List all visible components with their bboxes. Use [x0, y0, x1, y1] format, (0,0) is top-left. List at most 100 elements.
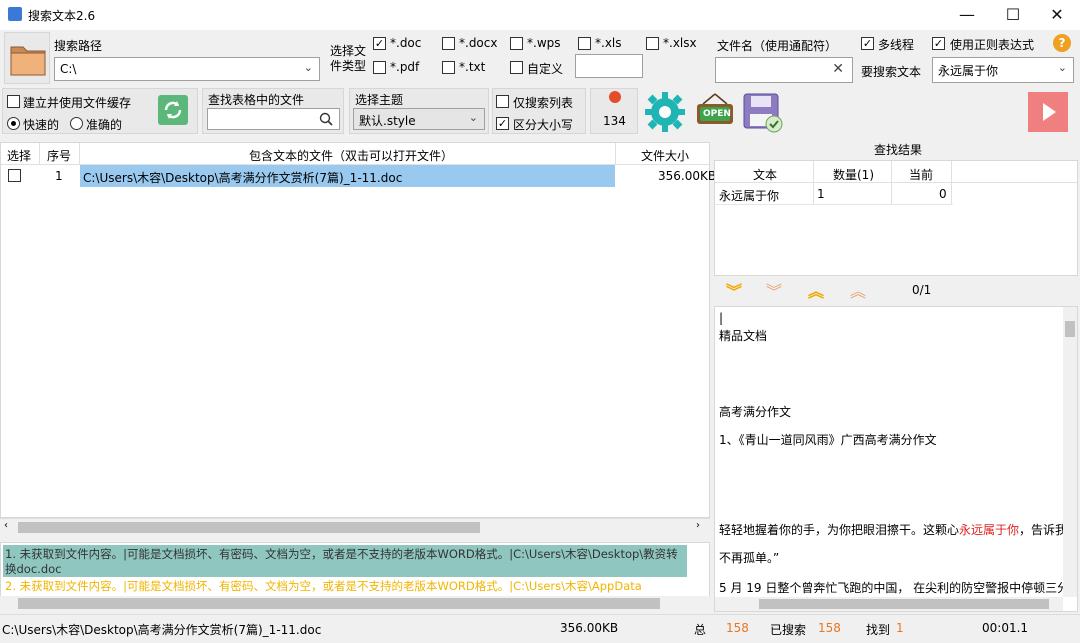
status-searched-label: 已搜索: [770, 623, 807, 637]
status-size: 356.00KB: [560, 621, 619, 635]
preview-match: 永远属于你: [959, 523, 1020, 537]
window-title: 搜索文本2.6: [28, 9, 96, 23]
custom-label: 自定义: [527, 62, 564, 76]
doc-label: *.doc: [390, 36, 422, 50]
theme-label: 选择主题: [355, 93, 404, 107]
folder-button[interactable]: [4, 32, 50, 84]
open-label: OPEN: [703, 109, 731, 119]
status-bar: C:\Users\木容\Desktop\高考满分作文赏析(7篇)_1-11.do…: [0, 614, 1080, 643]
log-scroll-thumb[interactable]: [18, 598, 660, 609]
close-button[interactable]: ✕: [1034, 0, 1080, 30]
preview-panel[interactable]: | 精品文档 高考满分作文 1、《青山一道同风雨》广西高考满分作文 轻轻地握着你…: [714, 306, 1078, 612]
log-line-2[interactable]: 2. 未获取到文件内容。|可能是文档损坏、有密码、文档为空，或者是不支持的老版本…: [5, 578, 685, 594]
fast-label: 快速的: [23, 118, 60, 132]
preview-line-1: 精品文档: [719, 329, 768, 343]
refresh-icon: [164, 101, 182, 119]
case-label: 区分大小写: [513, 118, 574, 132]
cache-checkbox[interactable]: [7, 95, 20, 108]
custom-checkbox[interactable]: [510, 61, 523, 74]
prev-result-icon[interactable]: ︽: [808, 278, 824, 302]
row-checkbox[interactable]: [8, 169, 21, 182]
settings-button[interactable]: [643, 90, 687, 134]
search-path-combo[interactable]: C:\ ⌄: [54, 57, 320, 81]
case-checkbox[interactable]: ✓: [496, 117, 509, 130]
status-path: C:\Users\木容\Desktop\高考满分作文赏析(7篇)_1-11.do…: [2, 623, 322, 637]
next-result-icon[interactable]: ︾: [726, 278, 742, 302]
docx-checkbox[interactable]: [442, 37, 455, 50]
accurate-label: 准确的: [86, 118, 123, 132]
search-text-combo[interactable]: 永远属于你 ⌄: [932, 57, 1074, 83]
col-file[interactable]: 包含文本的文件（双击可以打开文件）: [249, 147, 453, 164]
last-result-icon[interactable]: ︾: [766, 278, 782, 302]
results-col-text[interactable]: 文本: [753, 166, 777, 183]
log-scrollbar[interactable]: [0, 596, 710, 611]
table-search-input[interactable]: [207, 108, 340, 130]
folder-icon: [10, 46, 46, 76]
accurate-radio[interactable]: [70, 117, 83, 130]
log-line-1[interactable]: 1. 未获取到文件内容。|可能是文档损坏、有密码、文档为空，或者是不支持的老版本…: [5, 547, 685, 577]
wps-checkbox[interactable]: [510, 37, 523, 50]
search-text-label: 要搜索文本: [861, 65, 922, 79]
pdf-checkbox[interactable]: [373, 61, 386, 74]
maximize-button[interactable]: ☐: [990, 0, 1036, 30]
col-size[interactable]: 文件大小: [641, 147, 689, 164]
pdf-label: *.pdf: [390, 60, 420, 74]
preview-vscroll-thumb[interactable]: [1065, 321, 1075, 337]
preview-hscroll[interactable]: [715, 597, 1063, 611]
status-found: 1: [896, 621, 904, 635]
refresh-button[interactable]: [158, 95, 188, 125]
multithread-checkbox[interactable]: ✓: [861, 37, 874, 50]
pin-icon: [609, 91, 621, 103]
chevron-down-icon: ⌄: [468, 111, 478, 124]
file-table: 选择 序号 包含文本的文件（双击可以打开文件） 文件大小 1 C:\Users\…: [0, 142, 716, 535]
scroll-left-icon[interactable]: ‹: [4, 520, 8, 531]
log-panel: 1. 未获取到文件内容。|可能是文档损坏、有密码、文档为空，或者是不支持的老版本…: [0, 542, 710, 598]
results-title: 查找结果: [874, 143, 923, 157]
minimize-button[interactable]: —: [944, 0, 990, 30]
preview-line-3: 1、《青山一道同风雨》广西高考满分作文: [719, 433, 937, 447]
scroll-thumb[interactable]: [18, 522, 480, 533]
results-col-count[interactable]: 数量(1): [833, 166, 874, 183]
preview-vscroll[interactable]: [1063, 307, 1077, 597]
regex-label: 使用正则表达式: [950, 38, 1035, 52]
app-icon: [8, 7, 22, 21]
count-badge: 134: [603, 114, 626, 128]
col-index[interactable]: 序号: [47, 147, 71, 164]
play-icon: [1043, 103, 1056, 121]
fast-radio[interactable]: [7, 117, 20, 130]
xls-checkbox[interactable]: [578, 37, 591, 50]
table-row[interactable]: 永远属于你 1 0: [715, 183, 953, 205]
clear-icon[interactable]: ✕: [832, 61, 844, 77]
help-icon[interactable]: ?: [1053, 34, 1071, 52]
toolbar: 搜索路径 C:\ ⌄ 选择文件类型 ✓ *.doc *.docx *.wps *…: [0, 30, 1080, 140]
doc-checkbox[interactable]: ✓: [373, 37, 386, 50]
table-search-label: 查找表格中的文件: [208, 93, 305, 107]
preview-hscroll-thumb[interactable]: [759, 599, 1049, 609]
chevron-down-icon: ⌄: [1057, 61, 1067, 74]
table-row[interactable]: 1 C:\Users\木容\Desktop\高考满分作文赏析(7篇)_1-11.…: [1, 165, 716, 187]
first-result-icon[interactable]: ︽: [850, 278, 866, 302]
regex-checkbox[interactable]: ✓: [932, 37, 945, 50]
row-path: C:\Users\木容\Desktop\高考满分作文赏析(7篇)_1-11.do…: [83, 171, 403, 185]
file-table-scrollbar[interactable]: ‹ ›: [0, 518, 710, 535]
txt-label: *.txt: [459, 60, 486, 74]
row-size: 356.00KB: [658, 169, 717, 183]
cache-label: 建立并使用文件缓存: [23, 96, 132, 110]
results-header: 文本 数量(1) 当前: [715, 161, 1077, 205]
txt-checkbox[interactable]: [442, 61, 455, 74]
col-select[interactable]: 选择: [7, 147, 31, 164]
start-search-button[interactable]: [1028, 92, 1068, 132]
preview-line-5: 5 月 19 日整个曾奔忙飞跑的中国， 在尖利的防空警报中停顿三分钟: [719, 581, 1078, 595]
theme-combo[interactable]: 默认.style ⌄: [353, 108, 485, 130]
result-current: 0: [939, 187, 947, 201]
scroll-right-icon[interactable]: ›: [696, 520, 700, 531]
file-type-label: 选择文件类型: [330, 44, 367, 73]
row-index: 1: [55, 169, 63, 183]
xlsx-checkbox[interactable]: [646, 37, 659, 50]
filename-input[interactable]: ✕: [715, 57, 853, 83]
results-col-current[interactable]: 当前: [909, 166, 933, 183]
custom-ext-input[interactable]: [575, 54, 643, 78]
only-list-checkbox[interactable]: [496, 95, 509, 108]
open-button[interactable]: OPEN: [695, 92, 735, 128]
save-button[interactable]: [742, 92, 784, 134]
